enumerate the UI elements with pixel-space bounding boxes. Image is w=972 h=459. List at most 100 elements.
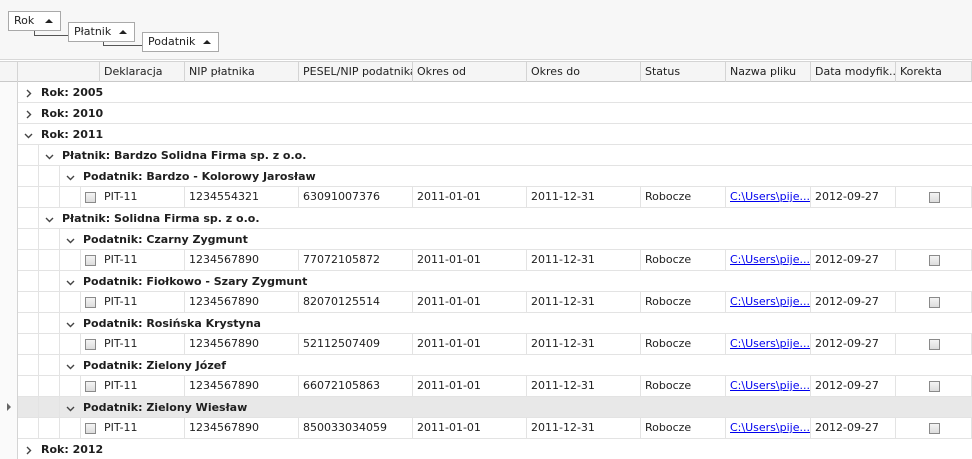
cell-status: Robocze xyxy=(641,418,726,439)
row-indicator[interactable] xyxy=(0,271,18,292)
sort-ascending-icon xyxy=(119,30,127,34)
chevron-down-icon[interactable] xyxy=(66,235,75,244)
cell-nip-platnika: 1234567890 xyxy=(185,334,299,355)
focused-row-arrow-icon xyxy=(7,403,11,411)
chevron-right-icon[interactable] xyxy=(24,445,33,455)
group-row[interactable]: Rok: 2005 xyxy=(0,82,972,103)
chevron-right-icon[interactable] xyxy=(24,109,33,119)
group-row[interactable]: Rok: 2010 xyxy=(0,103,972,124)
table-row[interactable]: PIT-11 1234567890 82070125514 2011-01-01 201… xyxy=(0,292,972,313)
indent-cell xyxy=(18,355,39,376)
chevron-down-icon[interactable] xyxy=(66,403,75,412)
row-indicator[interactable] xyxy=(0,103,18,124)
indent-cell xyxy=(18,250,39,271)
cell-okres-od: 2011-01-01 xyxy=(413,250,527,271)
indent-cell xyxy=(18,166,39,187)
group-row-label: Rok: 2012 xyxy=(41,443,104,456)
cell-korekta xyxy=(896,292,972,313)
chevron-down-icon[interactable] xyxy=(45,214,54,223)
group-row[interactable]: Płatnik: Bardzo Solidna Firma sp. z o.o. xyxy=(0,145,972,166)
cell-nazwa-pliku[interactable]: C:\Users\pije... xyxy=(726,376,811,397)
row-select-checkbox[interactable] xyxy=(85,339,96,350)
column-header-nip-platnika[interactable]: NIP płatnika xyxy=(185,62,299,82)
column-header-data-modyfikacji[interactable]: Data modyfik... xyxy=(811,62,896,82)
column-header-okres-od[interactable]: Okres od xyxy=(413,62,527,82)
indent-cell xyxy=(60,292,81,313)
cell-pesel-nip: 52112507409 xyxy=(299,334,413,355)
group-row[interactable]: Podatnik: Fiołkowo - Szary Zygmunt xyxy=(0,271,972,292)
chevron-down-icon[interactable] xyxy=(66,361,75,370)
table-row[interactable]: PIT-11 1234567890 52112507409 2011-01-01 201… xyxy=(0,334,972,355)
table-row[interactable]: PIT-11 1234554321 63091007376 2011-01-01 201… xyxy=(0,187,972,208)
row-indicator[interactable] xyxy=(0,292,18,313)
row-indicator[interactable] xyxy=(0,166,18,187)
group-chip-platnik[interactable]: Płatnik xyxy=(68,22,135,42)
column-header-korekta[interactable]: Korekta xyxy=(896,62,972,82)
row-indicator[interactable] xyxy=(0,229,18,250)
row-select-checkbox[interactable] xyxy=(85,381,96,392)
column-header-pesel-nip[interactable]: PESEL/NIP podatnika xyxy=(299,62,413,82)
group-chip-rok[interactable]: Rok xyxy=(8,11,61,31)
cell-nazwa-pliku[interactable]: C:\Users\pije... xyxy=(726,334,811,355)
group-row[interactable]: Podatnik: Zielony Józef xyxy=(0,355,972,376)
cell-nazwa-pliku[interactable]: C:\Users\pije... xyxy=(726,418,811,439)
indent-cell xyxy=(18,229,39,250)
korekta-checkbox[interactable] xyxy=(929,339,940,350)
table-row[interactable]: PIT-11 1234567890 850033034059 2011-01-01 20… xyxy=(0,418,972,439)
row-indicator[interactable] xyxy=(0,82,18,103)
group-row-label: Podatnik: Zielony Józef xyxy=(83,359,226,372)
cell-nazwa-pliku[interactable]: C:\Users\pije... xyxy=(726,187,811,208)
korekta-checkbox[interactable] xyxy=(929,192,940,203)
row-indicator[interactable] xyxy=(0,439,18,459)
row-indicator[interactable] xyxy=(0,397,18,418)
table-row[interactable]: PIT-11 1234567890 66072105863 2011-01-01 201… xyxy=(0,376,972,397)
korekta-checkbox[interactable] xyxy=(929,297,940,308)
row-indicator[interactable] xyxy=(0,124,18,145)
chevron-right-icon[interactable] xyxy=(24,88,33,98)
group-row[interactable]: Podatnik: Bardzo - Kolorowy Jarosław xyxy=(0,166,972,187)
group-chip-podatnik[interactable]: Podatnik xyxy=(142,32,219,52)
row-indicator[interactable] xyxy=(0,250,18,271)
cell-korekta xyxy=(896,376,972,397)
row-indicator[interactable] xyxy=(0,376,18,397)
column-header-okres-do[interactable]: Okres do xyxy=(527,62,641,82)
chevron-down-icon[interactable] xyxy=(24,130,33,139)
cell-data-modyfikacji: 2012-09-27 xyxy=(811,334,896,355)
chevron-down-icon[interactable] xyxy=(45,151,54,160)
row-indicator[interactable] xyxy=(0,187,18,208)
row-select-checkbox[interactable] xyxy=(85,192,96,203)
group-row[interactable]: Podatnik: Rosińska Krystyna xyxy=(0,313,972,334)
korekta-checkbox[interactable] xyxy=(929,381,940,392)
chevron-down-icon[interactable] xyxy=(66,319,75,328)
row-indicator[interactable] xyxy=(0,208,18,229)
table-row[interactable]: PIT-11 1234567890 77072105872 2011-01-01 201… xyxy=(0,250,972,271)
column-header-deklaracja[interactable]: Deklaracja xyxy=(100,62,185,82)
chevron-down-icon[interactable] xyxy=(66,277,75,286)
cell-status: Robocze xyxy=(641,334,726,355)
korekta-checkbox[interactable] xyxy=(929,255,940,266)
row-select-checkbox[interactable] xyxy=(85,297,96,308)
cell-nip-platnika: 1234567890 xyxy=(185,376,299,397)
row-select-checkbox[interactable] xyxy=(85,255,96,266)
row-indicator[interactable] xyxy=(0,418,18,439)
group-chip-label: Płatnik xyxy=(74,25,112,38)
cell-nazwa-pliku[interactable]: C:\Users\pije... xyxy=(726,250,811,271)
row-indicator[interactable] xyxy=(0,313,18,334)
group-row[interactable]: Rok: 2012 xyxy=(0,439,972,459)
group-row[interactable]: Rok: 2011 xyxy=(0,124,972,145)
cell-nazwa-pliku[interactable]: C:\Users\pije... xyxy=(726,292,811,313)
row-indicator[interactable] xyxy=(0,145,18,166)
row-indicator[interactable] xyxy=(0,334,18,355)
group-row[interactable]: Podatnik: Czarny Zygmunt xyxy=(0,229,972,250)
chevron-down-icon[interactable] xyxy=(66,172,75,181)
indent-cell xyxy=(18,313,39,334)
row-select-checkbox[interactable] xyxy=(85,423,96,434)
cell-nip-platnika: 1234554321 xyxy=(185,187,299,208)
column-header-status[interactable]: Status xyxy=(641,62,726,82)
indent-cell xyxy=(39,355,60,376)
group-row[interactable]: Podatnik: Zielony Wiesław xyxy=(0,397,972,418)
column-header-nazwa-pliku[interactable]: Nazwa pliku xyxy=(726,62,811,82)
group-row[interactable]: Płatnik: Solidna Firma sp. z o.o. xyxy=(0,208,972,229)
row-indicator[interactable] xyxy=(0,355,18,376)
korekta-checkbox[interactable] xyxy=(929,423,940,434)
